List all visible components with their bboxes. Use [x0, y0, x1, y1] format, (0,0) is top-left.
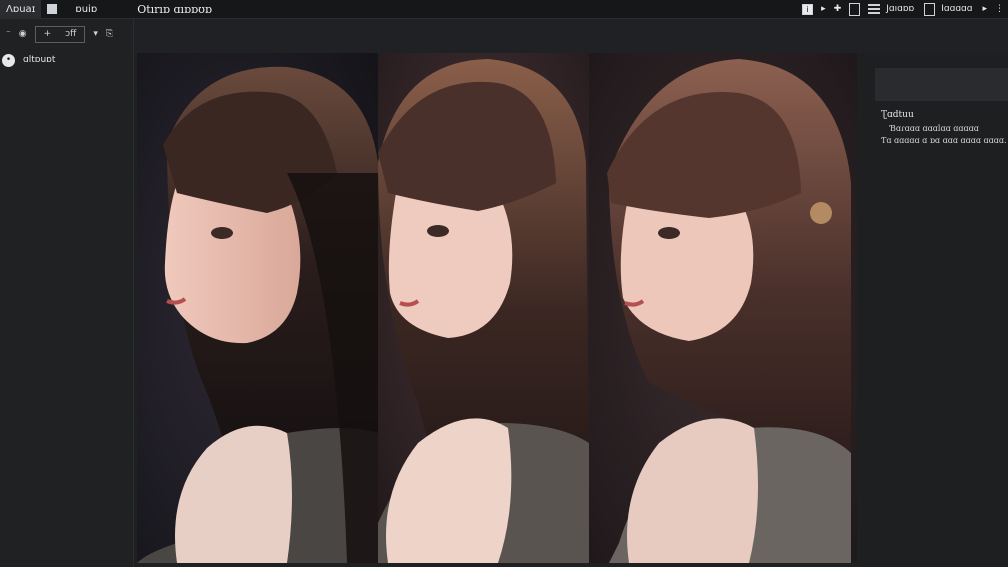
arrow-icon[interactable]: ▸	[982, 3, 987, 16]
more-icon[interactable]: ⋮	[995, 3, 1004, 16]
sidebar-item-label: ɑltɒuɒt	[23, 55, 56, 65]
tab-2[interactable]: ɒuiɒ	[41, 0, 103, 19]
play-icon[interactable]: ▸	[821, 3, 826, 16]
sidebar-filter-text: ɔff	[65, 29, 77, 39]
sidebar-item[interactable]: • ɑltɒuɒt	[0, 51, 133, 69]
window-title: Otırıɒ ɑıɒɒʊɒ	[137, 2, 212, 16]
panel-title: Ʈɑdtuu	[881, 110, 914, 120]
image-gallery	[137, 53, 857, 563]
portrait-image-1[interactable]	[137, 53, 378, 563]
tab-2-label: ɒuiɒ	[75, 3, 98, 15]
toolbar-right: i ▸ ✚ Jɑıɑɒɒ Iɑɑɑɑɑ ▸ ⋮	[798, 0, 1008, 19]
toolbar-label-1[interactable]: Jɑıɑɒɒ	[886, 4, 914, 14]
top-bar: Ʌɒuaɪ ɒuiɒ Otırıɒ ɑıɒɒʊɒ i ▸ ✚ Jɑıɑɒɒ Iɑ…	[0, 0, 1008, 19]
left-sidebar: ⁻ ◉ + ɔff ▾ ⎘ • ɑltɒuɒt	[0, 19, 134, 567]
panel-text-line-1: Ɓɑɾɑɑɑ ɑɑɑlɑɑ ɑɑɑɑɑ	[890, 124, 979, 133]
panel-text-line-2: Ƭɑ ɑɑɑɑɑ ɑ ɒɑ ɑɑɑ ɑɑɑɑ ɑɑɑɑ.	[881, 136, 1007, 145]
pin-icon[interactable]: ✚	[834, 3, 842, 16]
circle-icon[interactable]: ◉	[19, 29, 27, 39]
square-icon	[47, 4, 58, 14]
chevron-down-icon[interactable]: ▾	[93, 29, 98, 39]
export-icon[interactable]: ⎘	[106, 29, 113, 39]
panel-header-bar[interactable]	[875, 68, 1008, 101]
document-icon[interactable]	[849, 2, 861, 16]
sidebar-filter-field[interactable]: + ɔff	[34, 25, 86, 43]
sidebar-toolbar: ⁻ ◉ + ɔff ▾ ⎘	[0, 19, 133, 49]
tab-1[interactable]: Ʌɒuaɪ	[0, 0, 42, 19]
app-window: Ʌɒuaɪ ɒuiɒ Otırıɒ ɑıɒɒʊɒ i ▸ ✚ Jɑıɑɒɒ Iɑ…	[0, 0, 1008, 567]
canvas-header	[134, 19, 1008, 53]
toolbar-label-2[interactable]: Iɑɑɑɑɑ	[941, 4, 972, 14]
minus-icon[interactable]: ⁻	[6, 29, 11, 39]
radio-icon: •	[2, 53, 15, 67]
page-icon[interactable]	[924, 2, 936, 16]
info-icon[interactable]: i	[802, 3, 814, 15]
add-icon: +	[43, 29, 52, 39]
tab-1-label: Ʌɒuaɪ	[6, 3, 36, 15]
list-icon[interactable]	[868, 4, 881, 14]
right-panel: Ʈɑdtuu Ɓɑɾɑɑɑ ɑɑɑlɑɑ ɑɑɑɑɑ Ƭɑ ɑɑɑɑɑ ɑ ɒɑ…	[857, 53, 1008, 567]
portrait-image-2[interactable]	[378, 53, 589, 563]
portrait-image-3[interactable]	[589, 53, 857, 563]
